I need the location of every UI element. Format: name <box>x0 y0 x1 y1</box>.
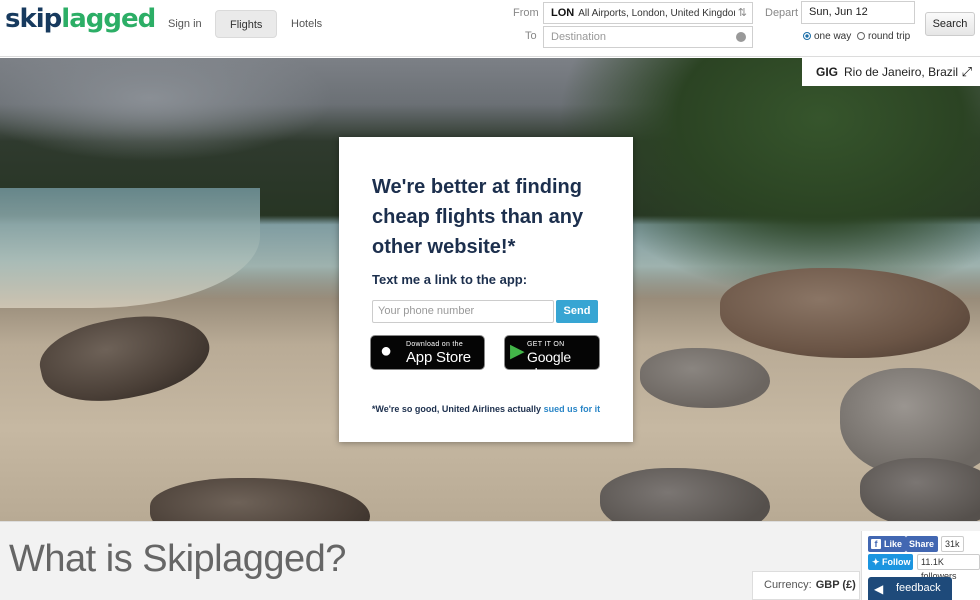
destination-city: Rio de Janeiro, Brazil <box>844 65 959 79</box>
currency-selector[interactable]: Currency: GBP (£) <box>752 571 860 600</box>
depart-label: Depart <box>765 7 799 19</box>
radio-empty-icon <box>857 32 865 40</box>
one-way-radio[interactable]: one way <box>803 31 851 42</box>
destination-placeholder: Destination <box>551 31 607 43</box>
from-airport-code: LON <box>551 7 575 19</box>
globe-icon <box>736 32 746 42</box>
facebook-count: 31k <box>941 536 964 552</box>
destination-field[interactable]: Destination <box>543 26 753 48</box>
nav-hotels[interactable]: Hotels <box>277 10 336 38</box>
section-title: What is Skiplagged? <box>9 538 346 580</box>
twitter-follow-button[interactable]: ✦ Follow <box>868 554 913 570</box>
promo-headline: We're better at finding cheap flights th… <box>372 176 584 258</box>
sued-us-link[interactable]: sued us for it <box>544 404 601 414</box>
from-field[interactable]: LON All Airports, London, United Kingdom … <box>543 2 753 24</box>
nav-sign-in[interactable]: Sign in <box>154 10 216 38</box>
nav-flights[interactable]: Flights <box>215 10 278 38</box>
megaphone-icon: ◀ <box>874 582 884 596</box>
send-button[interactable]: Send <box>556 300 598 323</box>
facebook-share-button[interactable]: Share <box>906 536 938 552</box>
app-store-badge[interactable]: ● Download on the App Store <box>370 335 485 370</box>
destination-badge: GIG Rio de Janeiro, Brazil ⤢ <box>802 58 980 86</box>
depart-date-value: Sun, Jun 12 <box>809 6 868 18</box>
twitter-followers-count: 11.1K followers <box>917 554 980 581</box>
to-label: To <box>525 30 537 42</box>
skiplagged-logo[interactable]: skiplagged <box>5 4 156 34</box>
feedback-button[interactable]: ◀ feedback <box>868 577 952 600</box>
expand-icon[interactable]: ⤢ <box>962 58 972 86</box>
apple-icon: ● <box>380 340 393 362</box>
from-label: From <box>513 7 539 19</box>
twitter-icon: ✦ <box>872 557 883 567</box>
depart-date-field[interactable]: Sun, Jun 12 <box>801 1 915 24</box>
promo-footnote: *We're so good, United Airlines actually… <box>371 404 601 414</box>
phone-number-input[interactable]: Your phone number <box>372 300 554 323</box>
swap-arrows-icon[interactable]: ⇅ <box>734 3 747 23</box>
play-icon: ▶ <box>510 341 525 362</box>
google-play-badge[interactable]: ▶ GET IT ON Google play <box>504 335 600 381</box>
app-promo-card: We're better at finding cheap flights th… <box>339 137 633 442</box>
facebook-like-button[interactable]: f Like <box>868 536 906 552</box>
sms-label: Text me a link to the app: <box>372 272 528 287</box>
currency-value: GBP (£) <box>815 579 856 591</box>
destination-code: GIG <box>816 65 839 79</box>
search-button[interactable]: Search <box>925 12 975 36</box>
radio-selected-icon <box>803 32 811 40</box>
from-airport-name: All Airports, London, United Kingdom <box>578 8 742 19</box>
header: skiplagged Sign in Flights Hotels From T… <box>0 0 980 57</box>
round-trip-radio[interactable]: round trip <box>857 31 910 42</box>
facebook-icon: f <box>871 539 881 549</box>
